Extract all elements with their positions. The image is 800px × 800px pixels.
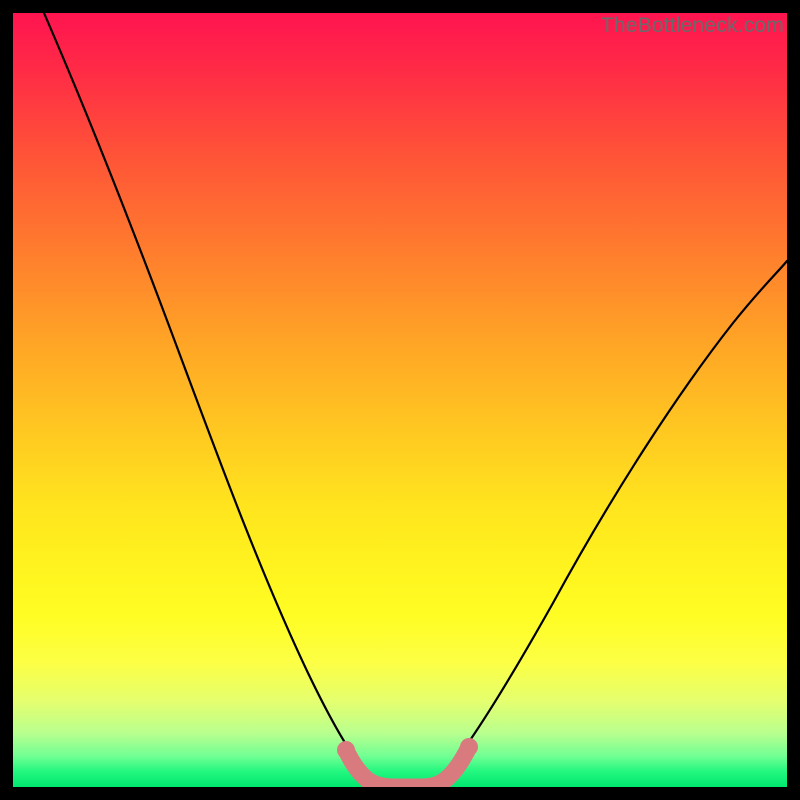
optimal-zone-line <box>346 747 469 787</box>
optimal-zone-endpoint-left <box>337 741 355 759</box>
curve-overlay <box>13 13 787 787</box>
bottleneck-curve-line <box>44 13 787 785</box>
optimal-zone-endpoint-right <box>460 738 478 756</box>
plot-area <box>13 13 787 787</box>
watermark-text: TheBottleneck.com <box>601 14 784 38</box>
chart-frame: TheBottleneck.com <box>0 0 800 800</box>
